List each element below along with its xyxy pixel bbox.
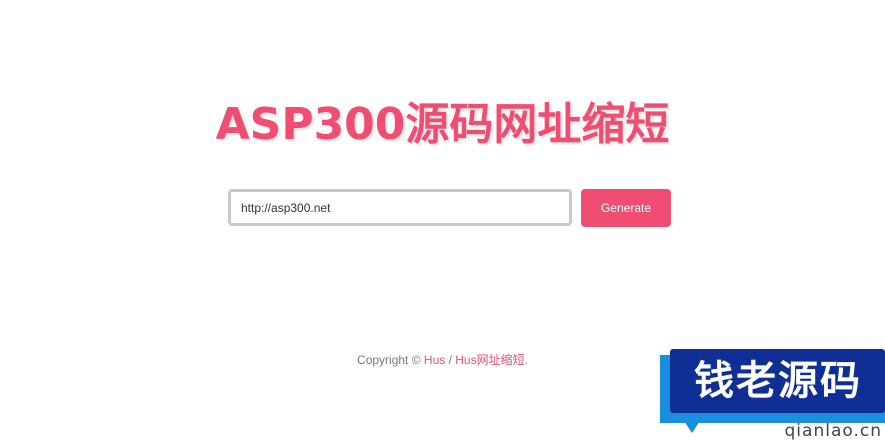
watermark-tail-shape: [680, 415, 704, 433]
watermark-text: 钱老源码: [694, 358, 862, 404]
url-input[interactable]: [228, 189, 572, 226]
footer-suffix: .: [524, 353, 528, 367]
page-title: ASP300源码网址缩短: [215, 99, 670, 150]
watermark-url: qianlao.cn: [784, 421, 882, 441]
footer-separator: /: [445, 353, 456, 367]
generate-button[interactable]: Generate: [581, 188, 671, 227]
footer-link-hus-shortener[interactable]: Hus网址缩短: [455, 353, 524, 367]
shorten-form: Generate: [228, 188, 671, 227]
page: ASP300源码网址缩短 Generate Copyright © Hus / …: [0, 0, 885, 441]
footer-link-hus[interactable]: Hus: [424, 353, 445, 367]
watermark-badge: 钱老源码 qianlao.cn: [660, 335, 885, 441]
copyright-text: Copyright ©: [357, 353, 424, 367]
